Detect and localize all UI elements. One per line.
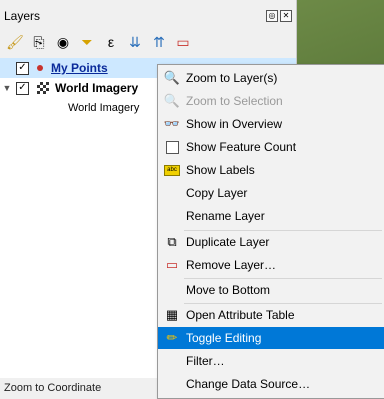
layer-checkbox[interactable]: ✓	[16, 61, 29, 75]
magnifier-icon: 🔍	[163, 93, 181, 108]
menu-rename-layer[interactable]: Rename Layer	[158, 205, 384, 227]
pencil-icon: ✏	[166, 330, 178, 345]
style-brush-icon[interactable]: 🖌	[4, 31, 26, 53]
expand-all-icon[interactable]: ⇊	[124, 31, 146, 53]
menu-copy-layer[interactable]: Copy Layer	[158, 182, 384, 204]
menu-duplicate-layer[interactable]: ⧉ Duplicate Layer	[158, 231, 384, 253]
layer-context-menu: 🔍 Zoom to Layer(s) 🔍 Zoom to Selection 👓…	[157, 64, 384, 399]
remove-layer-icon: ▭	[165, 257, 179, 272]
menu-show-in-overview[interactable]: 👓 Show in Overview	[158, 113, 384, 135]
layers-toolbar: 🖌 ⎘ ◉ ⏷ ε ⇊ ⇈ ▭	[4, 30, 194, 54]
layer-label: World Imagery	[55, 81, 139, 95]
duplicate-icon: ⧉	[167, 234, 177, 249]
checkbox-icon	[164, 139, 180, 155]
layer-label: World Imagery	[68, 102, 140, 114]
layer-checkbox[interactable]: ✓	[16, 81, 29, 95]
labels-icon: abc	[164, 162, 180, 178]
eye-icon[interactable]: ◉	[52, 31, 74, 53]
filter-icon[interactable]: ⏷	[76, 31, 98, 53]
expression-filter-icon[interactable]: ε	[100, 31, 122, 53]
close-panel-button[interactable]: ✕	[280, 10, 292, 22]
collapse-all-icon[interactable]: ⇈	[148, 31, 170, 53]
menu-remove-layer[interactable]: ▭ Remove Layer…	[158, 254, 384, 276]
menu-filter[interactable]: Filter…	[158, 350, 384, 372]
menu-open-attribute-table[interactable]: ▦ Open Attribute Table	[158, 304, 384, 326]
menu-zoom-to-selection: 🔍 Zoom to Selection	[163, 93, 283, 108]
raster-layer-icon	[37, 82, 49, 94]
remove-layer-icon[interactable]: ▭	[172, 31, 194, 53]
panel-title: Layers	[4, 9, 41, 23]
glasses-icon: 👓	[163, 116, 181, 131]
menu-show-feature-count[interactable]: Show Feature Count	[158, 136, 384, 158]
menu-zoom-to-layer[interactable]: 🔍 Zoom to Layer(s)	[158, 67, 384, 89]
menu-toggle-editing[interactable]: ✏ Toggle Editing	[158, 327, 384, 349]
layer-label: My Points	[51, 61, 108, 75]
add-group-icon[interactable]: ⎘	[28, 31, 50, 53]
menu-change-data-source[interactable]: Change Data Source…	[158, 373, 384, 395]
table-icon: ▦	[165, 307, 179, 322]
float-panel-button[interactable]: ◎	[266, 10, 278, 22]
magnifier-icon: 🔍	[163, 70, 181, 85]
collapse-arrow-icon[interactable]: ▼	[0, 83, 14, 93]
menu-move-to-bottom[interactable]: Move to Bottom	[158, 279, 384, 301]
menu-show-labels[interactable]: abc Show Labels	[158, 159, 384, 181]
point-symbol-icon	[37, 65, 43, 71]
